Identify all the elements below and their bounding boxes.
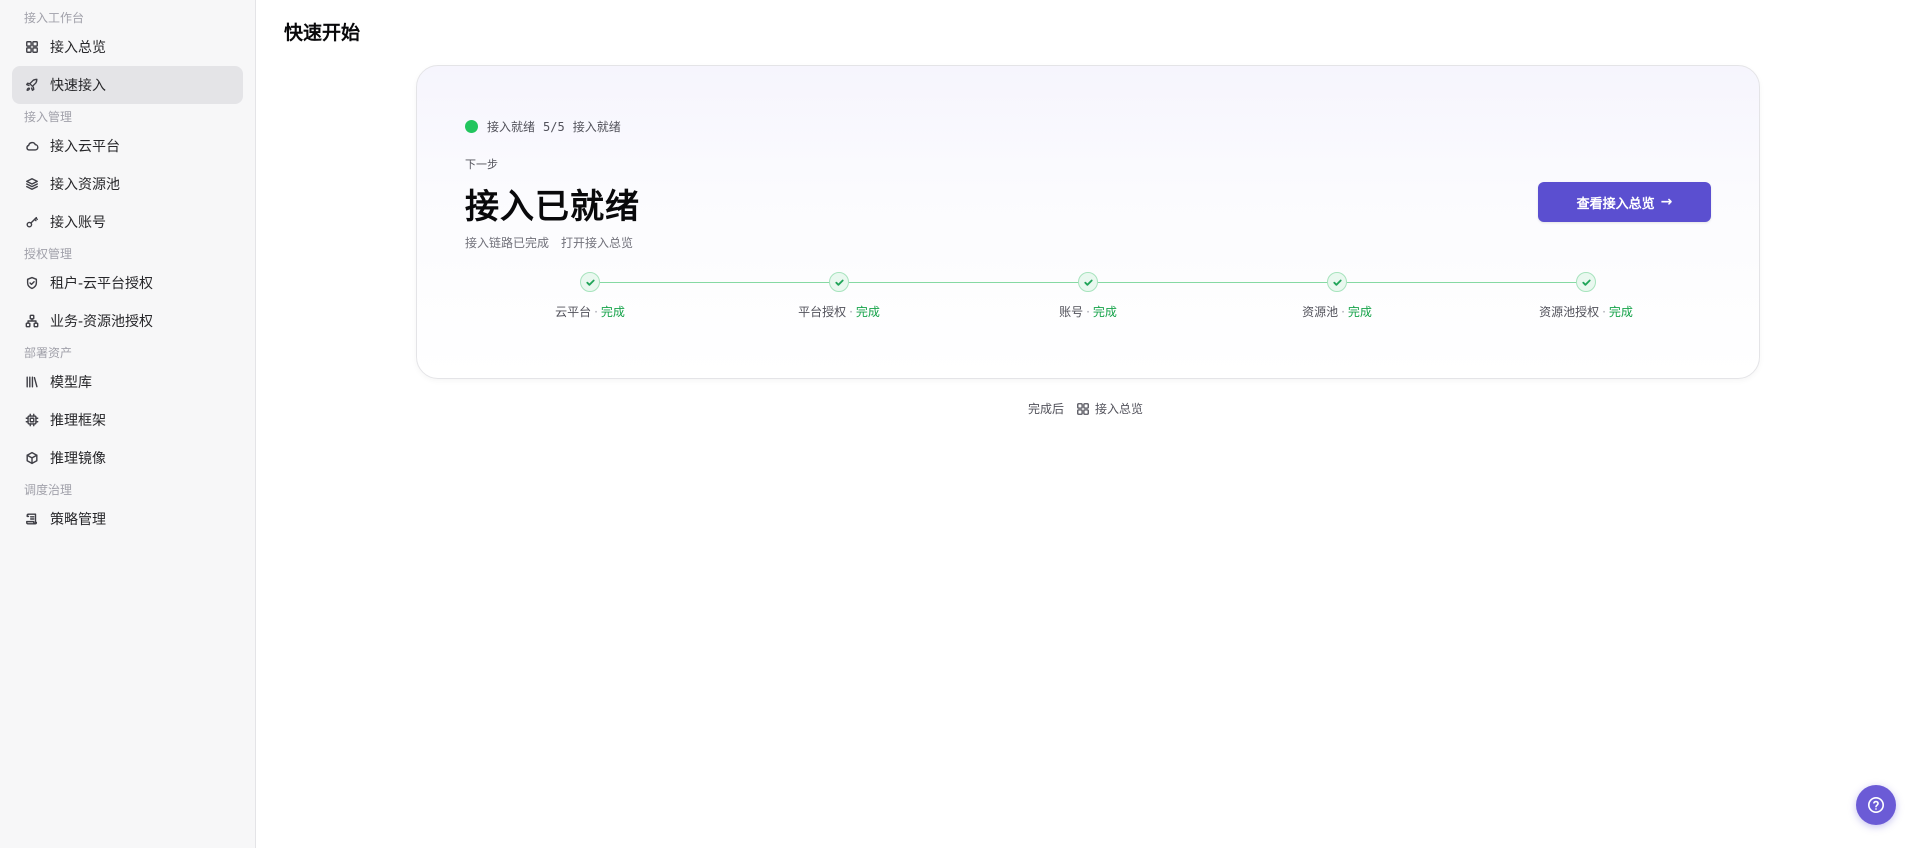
scroll-icon	[24, 511, 40, 527]
step-pool-auth: 资源池授权 · 完成	[1506, 272, 1666, 320]
status-text-secondary: 接入就绪	[572, 120, 621, 134]
app-root: 接入工作台 接入总览 快速接入 接入管理 接入云平台 接入资源池 接入账号 授权…	[0, 0, 1920, 848]
sidebar-item-overview[interactable]: 接入总览	[12, 28, 243, 66]
cloud-icon	[24, 138, 40, 154]
section-label-scheduling: 调度治理	[24, 483, 73, 497]
quick-start-card: 接入就绪 5/5 接入就绪 下一步 接入已就绪 接入链路已完成 打开接入总览 查…	[416, 65, 1760, 379]
status-dot	[465, 120, 478, 133]
view-overview-button-label: 查看接入总览	[1576, 196, 1655, 212]
layers-icon	[24, 176, 40, 192]
step-state: 完成	[855, 305, 880, 319]
library-icon	[24, 374, 40, 390]
hero-title: 接入已就绪	[465, 187, 640, 227]
section-label-workbench: 接入工作台	[24, 11, 85, 25]
sidebar-item-biz-pool-auth[interactable]: 业务-资源池授权	[12, 302, 243, 340]
step-account: 账号 · 完成	[1008, 272, 1168, 320]
check-icon	[1078, 272, 1098, 292]
check-icon	[580, 272, 600, 292]
footer-prefix: 完成后	[1028, 402, 1065, 416]
sidebar-item-account[interactable]: 接入账号	[12, 203, 243, 241]
step-state: 完成	[1608, 305, 1633, 319]
section-label-deploy-assets: 部署资产	[24, 346, 73, 360]
check-icon	[829, 272, 849, 292]
help-circle-icon	[1867, 796, 1885, 814]
progress-stepper: 云平台 · 完成 平台授权 · 完成 账号 · 完成 资源池 · 完成 资源池授权 · 完成	[417, 272, 1761, 332]
step-label: 资源池授权 · 完成	[1539, 305, 1633, 319]
step-state: 完成	[600, 305, 625, 319]
sidebar-item-label: 业务-资源池授权	[50, 314, 154, 330]
sidebar-item-label: 接入资源池	[50, 177, 120, 193]
progress-count: 5/5	[543, 119, 565, 134]
step-label: 资源池 · 完成	[1302, 305, 1372, 319]
network-icon	[24, 313, 40, 329]
step-label: 云平台 · 完成	[555, 305, 625, 319]
status-row: 接入就绪 5/5 接入就绪	[465, 118, 621, 135]
sidebar-item-tenant-auth[interactable]: 租户-云平台授权	[12, 264, 243, 302]
next-step-label: 下一步	[465, 158, 498, 171]
sidebar: 接入工作台 接入总览 快速接入 接入管理 接入云平台 接入资源池 接入账号 授权…	[0, 0, 256, 848]
sidebar-item-model-library[interactable]: 模型库	[12, 363, 243, 401]
sidebar-item-policy-mgmt[interactable]: 策略管理	[12, 500, 243, 538]
sidebar-item-label: 接入总览	[50, 40, 106, 56]
footer-hint: 完成后 接入总览	[1028, 400, 1143, 417]
footer-overview-link[interactable]: 接入总览	[1076, 400, 1143, 417]
step-resource-pool: 资源池 · 完成	[1257, 272, 1417, 320]
sidebar-item-label: 接入账号	[50, 215, 106, 231]
rocket-icon	[24, 77, 40, 93]
step-cloud-platform: 云平台 · 完成	[510, 272, 670, 320]
arrow-right-icon: →	[1660, 194, 1673, 210]
page-title: 快速开始	[284, 22, 361, 44]
sidebar-item-cloud-platform[interactable]: 接入云平台	[12, 127, 243, 165]
grid-icon	[1077, 402, 1089, 415]
step-platform-auth: 平台授权 · 完成	[759, 272, 919, 320]
section-label-access-mgmt: 接入管理	[24, 110, 73, 124]
sidebar-item-label: 快速接入	[50, 78, 106, 94]
help-button[interactable]	[1856, 785, 1896, 825]
step-label: 平台授权 · 完成	[798, 305, 880, 319]
sidebar-item-label: 租户-云平台授权	[50, 276, 154, 292]
sub-row: 接入链路已完成 打开接入总览	[465, 234, 633, 251]
shield-check-icon	[24, 275, 40, 291]
sub-text: 接入链路已完成	[465, 236, 550, 250]
check-icon	[1576, 272, 1596, 292]
sidebar-item-label: 推理镜像	[50, 451, 106, 467]
step-state: 完成	[1347, 305, 1372, 319]
key-icon	[24, 214, 40, 230]
sidebar-item-inference-image[interactable]: 推理镜像	[12, 439, 243, 477]
sidebar-item-label: 模型库	[50, 375, 92, 391]
sidebar-item-label: 策略管理	[50, 512, 106, 528]
section-label-auth-mgmt: 授权管理	[24, 247, 73, 261]
footer-overview-link-label: 接入总览	[1095, 402, 1144, 416]
grid-icon	[24, 39, 40, 55]
view-overview-button[interactable]: 查看接入总览 →	[1538, 182, 1711, 222]
status-text: 接入就绪	[487, 120, 536, 134]
cpu-icon	[24, 412, 40, 428]
sidebar-item-label: 接入云平台	[50, 139, 120, 155]
step-label: 账号 · 完成	[1059, 305, 1117, 319]
box-icon	[24, 450, 40, 466]
main-content: 快速开始 接入就绪 5/5 接入就绪 下一步 接入已就绪 接入链路已完成 打开接…	[256, 0, 1920, 848]
sidebar-item-label: 推理框架	[50, 413, 106, 429]
sidebar-item-inference-framework[interactable]: 推理框架	[12, 401, 243, 439]
step-state: 完成	[1092, 305, 1117, 319]
sidebar-item-resource-pool[interactable]: 接入资源池	[12, 165, 243, 203]
sidebar-item-quick-access[interactable]: 快速接入	[12, 66, 243, 104]
open-overview-link[interactable]: 打开接入总览	[561, 234, 633, 251]
check-icon	[1327, 272, 1347, 292]
